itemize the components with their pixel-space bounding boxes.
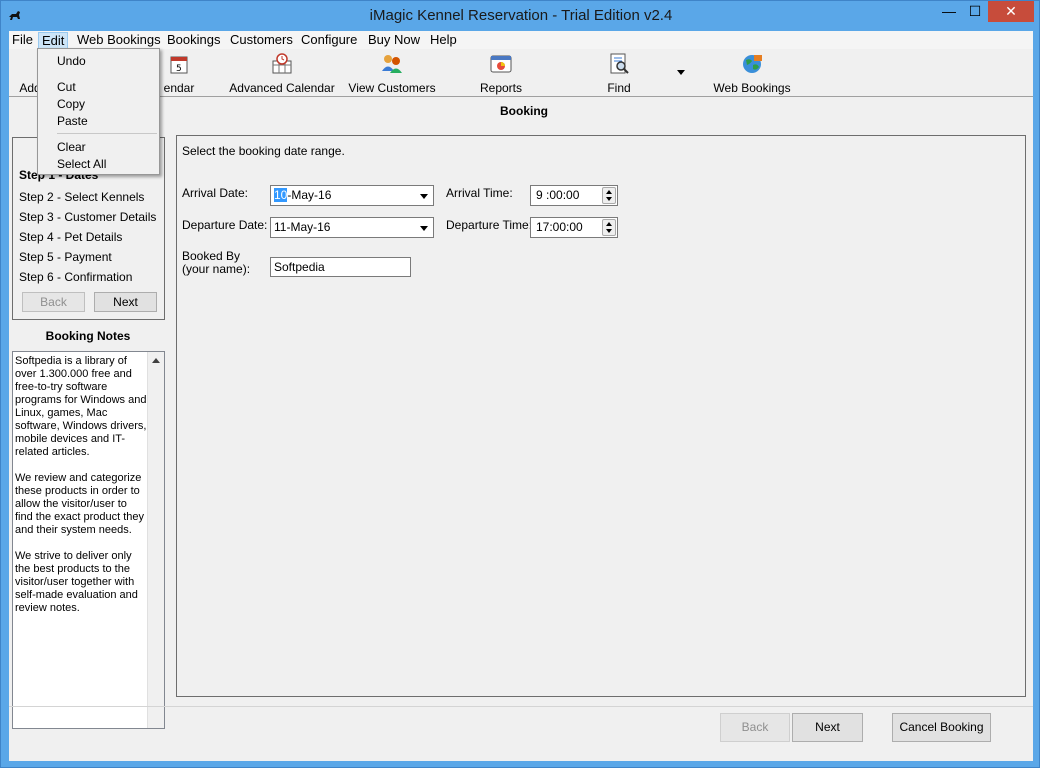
calendar-button[interactable]: 5 endar [159,53,199,95]
menu-item-undo[interactable]: Undo [57,54,86,68]
step-pet-details: Step 4 - Pet Details [19,230,123,244]
menu-bookings[interactable]: Bookings [164,32,223,49]
maximize-button[interactable]: ☐ [962,1,988,22]
arrival-time-stepper[interactable]: 9 :00:00 [530,185,618,206]
arrival-date-picker[interactable]: 10-May-16 [270,185,434,206]
menu-customers[interactable]: Customers [227,32,296,49]
menu-separator [57,133,157,134]
steps-next-button[interactable]: Next [94,292,157,312]
minimize-button[interactable]: — [936,1,962,22]
advanced-calendar-icon [272,53,292,74]
calendar-icon: 5 [170,56,188,74]
client-area: File Edit Web Bookings Bookings Customer… [9,31,1033,761]
departure-date-picker[interactable]: 11-May-16 [270,217,434,238]
departure-time-stepper[interactable]: 17:00:00 [530,217,618,238]
cancel-booking-button[interactable]: Cancel Booking [892,713,991,742]
menu-item-cut[interactable]: Cut [57,80,76,94]
web-bookings-button[interactable]: Web Bookings [711,53,793,95]
menu-item-paste[interactable]: Paste [57,114,88,128]
title-bar: iMagic Kennel Reservation - Trial Editio… [1,1,1040,31]
menu-item-copy[interactable]: Copy [57,97,85,111]
menu-item-select-all[interactable]: Select All [57,157,106,171]
menu-buy-now[interactable]: Buy Now [365,32,423,49]
arrival-time-label: Arrival Time: [446,186,513,200]
step-payment: Step 5 - Payment [19,250,112,264]
scroll-up-arrow-icon[interactable] [152,358,160,363]
instruction-text: Select the booking date range. [182,144,345,158]
menu-file[interactable]: File [9,32,36,49]
notes-paragraph: Softpedia is a library of over 1.300.000… [15,355,147,458]
menu-help[interactable]: Help [427,32,460,49]
find-button[interactable]: Find [599,53,639,95]
chevron-down-icon[interactable] [420,194,428,199]
app-window: iMagic Kennel Reservation - Trial Editio… [0,0,1040,768]
spin-down-icon[interactable] [606,229,612,233]
footer-next-button[interactable]: Next [792,713,863,742]
booking-form-panel: Select the booking date range. Arrival D… [176,135,1026,697]
reports-icon [490,55,512,73]
time-spin-buttons[interactable] [602,219,616,236]
booked-by-label: Booked By (your name): [182,249,251,276]
menu-web-bookings[interactable]: Web Bookings [74,32,164,49]
footer-back-button[interactable]: Back [720,713,790,742]
spin-up-icon[interactable] [606,190,612,194]
chevron-down-icon[interactable] [420,226,428,231]
find-icon [610,53,629,74]
departure-date-label: Departure Date: [182,218,268,232]
view-customers-button[interactable]: View Customers [346,53,438,95]
advanced-calendar-button[interactable]: Advanced Calendar [227,53,337,95]
globe-icon [743,55,762,73]
steps-back-button[interactable]: Back [22,292,85,312]
booking-notes-textarea[interactable]: Softpedia is a library of over 1.300.000… [12,351,165,729]
spin-up-icon[interactable] [606,222,612,226]
notes-scrollbar[interactable] [147,352,164,728]
booking-notes-title: Booking Notes [45,329,131,343]
customers-icon [382,55,402,73]
menu-bar: File Edit Web Bookings Bookings Customer… [9,31,1033,49]
reports-button[interactable]: Reports [477,53,525,95]
time-spin-buttons[interactable] [602,187,616,204]
close-button[interactable]: ✕ [988,1,1034,22]
find-dropdown-arrow[interactable] [677,70,685,75]
page-title: Booking [500,104,548,118]
arrival-date-label: Arrival Date: [182,186,249,200]
notes-paragraph: We strive to deliver only the best produ… [15,550,138,614]
step-confirmation: Step 6 - Confirmation [19,270,133,284]
toolbar: Add 5 endar Advanced Calendar View Custo… [9,50,1033,97]
notes-paragraph: We review and categorize these products … [15,472,145,536]
spin-down-icon[interactable] [606,197,612,201]
step-select-kennels: Step 2 - Select Kennels [19,190,145,204]
menu-item-clear[interactable]: Clear [57,140,86,154]
edit-menu-dropdown: Undo Cut Copy Paste Clear Select All [37,48,160,175]
step-customer-details: Step 3 - Customer Details [19,210,157,224]
footer-divider [9,706,1033,707]
menu-edit[interactable]: Edit [38,32,69,49]
departure-time-label: Departure Time: [446,218,533,232]
svg-text:5: 5 [176,64,182,74]
menu-configure[interactable]: Configure [298,32,360,49]
booking-notes-text: Softpedia is a library of over 1.300.000… [15,355,147,628]
window-title: iMagic Kennel Reservation - Trial Editio… [369,7,673,24]
booked-by-input[interactable]: Softpedia [270,257,411,277]
